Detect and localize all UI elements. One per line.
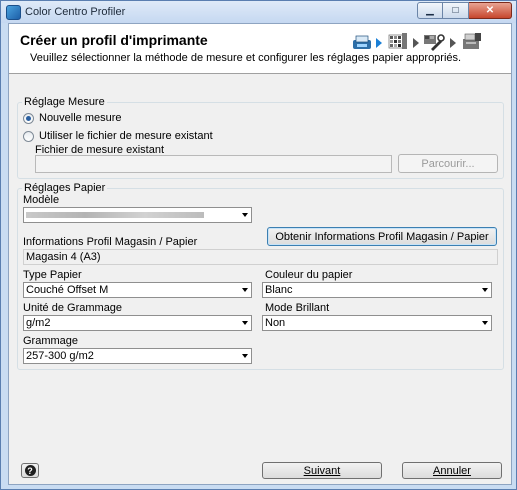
chevron-down-icon — [242, 321, 248, 325]
paper-color-select[interactable]: Blanc — [262, 282, 492, 298]
paper-group-label: Réglages Papier — [22, 182, 108, 194]
app-icon — [6, 5, 21, 20]
wrench-icon — [424, 34, 445, 51]
radio-unchecked-icon — [23, 130, 34, 142]
help-icon: ? — [24, 465, 36, 476]
maximize-button[interactable]: □ — [443, 2, 469, 19]
profile-info-label: Informations Profil Magasin / Papier — [23, 236, 198, 248]
window-title: Color Centro Profiler — [25, 6, 126, 18]
page-title: Créer un profil d'imprimante — [20, 32, 208, 48]
maximize-icon: □ — [452, 5, 459, 16]
redacted-model-value — [26, 212, 204, 218]
paper-type-select[interactable]: Couché Offset M — [23, 282, 252, 298]
model-label: Modèle — [23, 194, 60, 206]
gloss-mode-select[interactable]: Non — [262, 315, 492, 331]
existing-file-label: Utiliser le fichier de mesure existant — [39, 130, 213, 142]
weight-label: Grammage — [23, 335, 79, 347]
step-arrow-icon — [376, 38, 382, 48]
new-measure-radio[interactable]: Nouvelle mesure — [23, 112, 122, 124]
wizard-header: Créer un profil d'imprimante Veuillez sé… — [9, 24, 511, 74]
step-arrow-icon — [450, 38, 456, 48]
browse-button[interactable]: Parcourir... — [398, 154, 498, 173]
weight-unit-select[interactable]: g/m2 — [23, 315, 252, 331]
cancel-button-label: Annuler — [433, 464, 471, 477]
paper-color-label: Couleur du papier — [265, 269, 353, 281]
chevron-down-icon — [242, 288, 248, 292]
dialog-client: Créer un profil d'imprimante Veuillez sé… — [8, 23, 512, 485]
get-profile-info-button[interactable]: Obtenir Informations Profil Magasin / Pa… — [267, 227, 497, 246]
weight-unit-label: Unité de Grammage — [23, 302, 123, 314]
new-measure-label: Nouvelle mesure — [39, 112, 122, 124]
next-button[interactable]: Suivant — [262, 462, 382, 479]
radio-checked-icon — [23, 112, 34, 124]
close-button[interactable]: ✕ — [469, 2, 512, 19]
weight-select[interactable]: 257-300 g/m2 — [23, 348, 252, 364]
profile-info-value: Magasin 4 (A3) — [23, 249, 498, 265]
app-window: Color Centro Profiler ▁ □ ✕ Créer un pro… — [0, 0, 517, 490]
printer-icon — [353, 35, 371, 49]
close-icon: ✕ — [485, 5, 495, 16]
color-chart-icon — [388, 33, 407, 49]
weight-value: 257-300 g/m2 — [26, 350, 94, 362]
title-bar: Color Centro Profiler ▁ □ ✕ — [1, 1, 516, 23]
measure-file-input[interactable] — [35, 155, 392, 173]
chevron-down-icon — [242, 354, 248, 358]
model-select[interactable] — [23, 207, 252, 223]
help-button[interactable]: ? — [21, 463, 39, 478]
weight-unit-value: g/m2 — [26, 317, 51, 329]
printer-profile-icon — [463, 33, 481, 49]
gloss-mode-value: Non — [265, 317, 286, 329]
wizard-steps — [351, 28, 507, 54]
paper-color-value: Blanc — [265, 284, 293, 296]
next-button-label: Suivant — [303, 464, 341, 477]
gloss-mode-label: Mode Brillant — [265, 302, 330, 314]
measure-group-label: Réglage Mesure — [22, 96, 107, 108]
chevron-down-icon — [242, 213, 248, 217]
paper-type-label: Type Papier — [23, 269, 82, 281]
minimize-icon: ▁ — [426, 5, 434, 16]
existing-file-radio[interactable]: Utiliser le fichier de mesure existant — [23, 130, 213, 142]
paper-type-value: Couché Offset M — [26, 284, 109, 296]
minimize-button[interactable]: ▁ — [417, 2, 443, 19]
cancel-button[interactable]: Annuler — [402, 462, 502, 479]
chevron-down-icon — [482, 288, 488, 292]
step-arrow-icon — [413, 38, 419, 48]
chevron-down-icon — [482, 321, 488, 325]
